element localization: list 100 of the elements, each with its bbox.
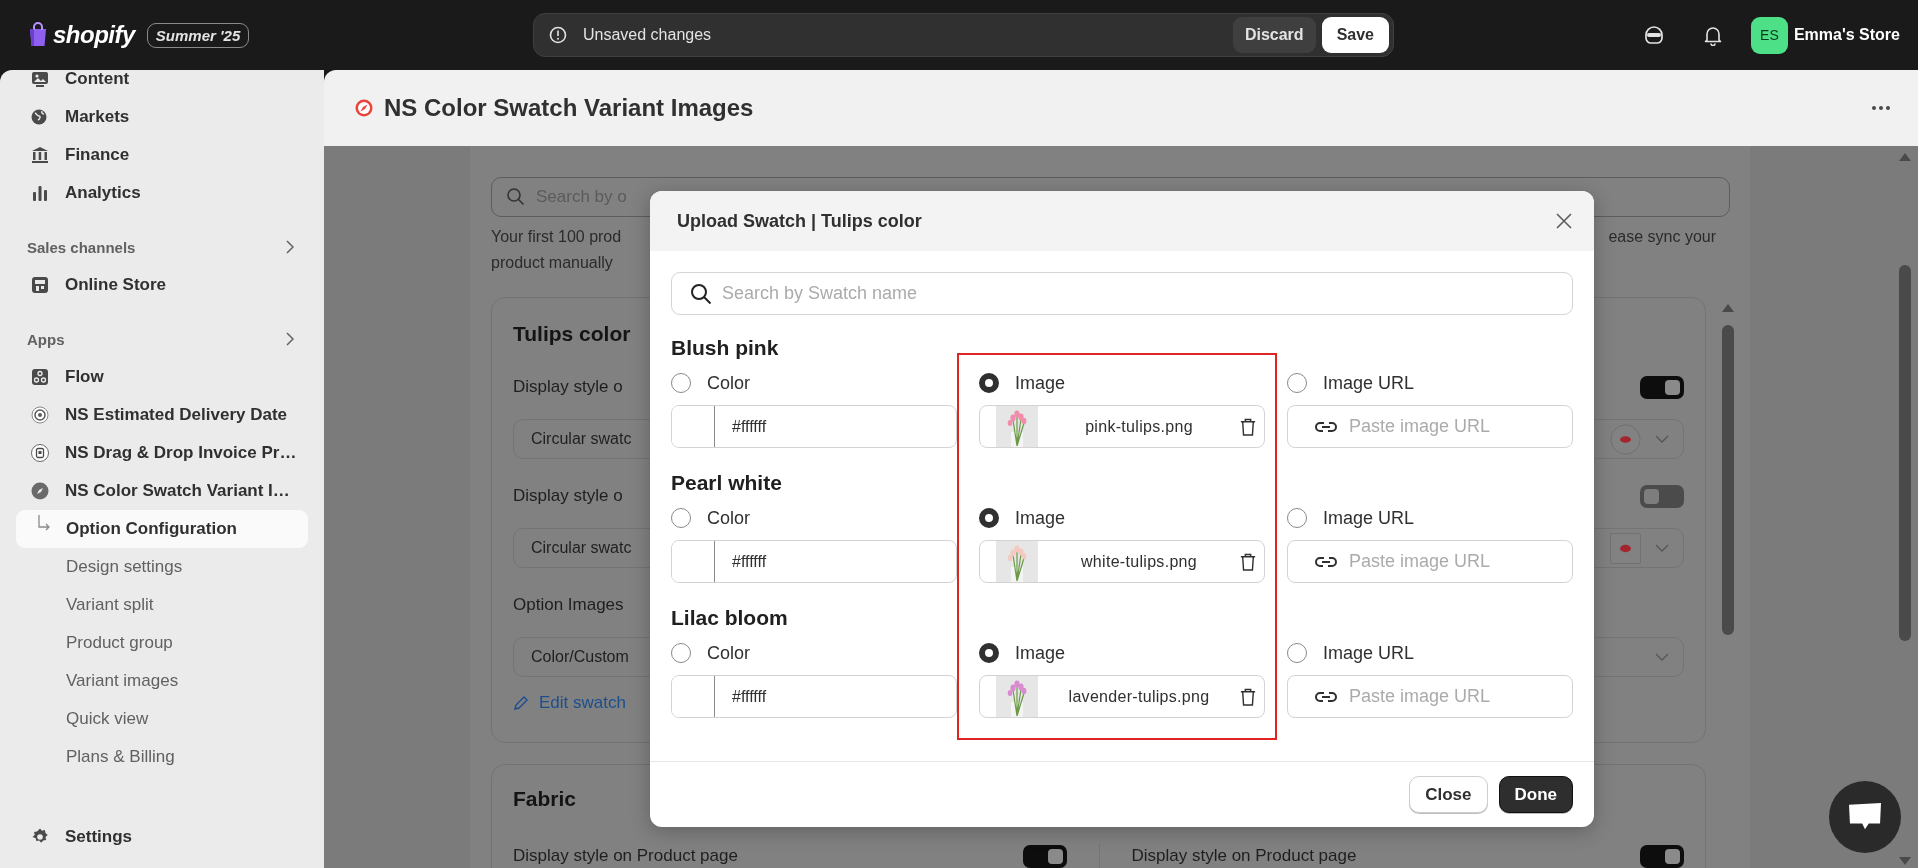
- field-label: Option Images: [513, 595, 624, 615]
- compass-icon: [354, 98, 374, 118]
- radio-button[interactable]: [979, 373, 999, 393]
- section-title: Apps: [27, 330, 65, 348]
- bot-icon[interactable]: [1642, 24, 1665, 46]
- flow-icon: [30, 367, 50, 387]
- sidebar-item[interactable]: Analytics: [16, 174, 308, 212]
- page-title: NS Color Swatch Variant Images: [384, 94, 755, 122]
- sidebar-item[interactable]: Finance: [16, 136, 308, 174]
- card-title: Tulips color: [513, 322, 631, 346]
- sidebar-subitem[interactable]: Product group: [16, 624, 308, 662]
- link-icon: [1314, 689, 1338, 704]
- toggle-switch[interactable]: [1640, 484, 1684, 508]
- search-icon: [690, 282, 712, 305]
- note-text: Your first 100 prod: [491, 227, 622, 247]
- scrollbar[interactable]: [1722, 325, 1734, 635]
- radio-option[interactable]: Color: [671, 372, 750, 394]
- chevron-right-icon[interactable]: [286, 332, 294, 346]
- toggle-switch[interactable]: [1640, 375, 1684, 399]
- storefront-icon: [30, 275, 50, 295]
- sidebar-item[interactable]: Markets: [16, 98, 308, 136]
- pencil-icon: [513, 695, 529, 711]
- avatar[interactable]: ES: [1750, 16, 1788, 54]
- trash-icon[interactable]: [1240, 687, 1256, 706]
- more-icon[interactable]: [1871, 105, 1891, 111]
- chevron-down-icon: [1655, 435, 1669, 443]
- save-button[interactable]: Save: [1321, 17, 1389, 53]
- color-field[interactable]: #ffffff: [671, 540, 957, 583]
- radio-option[interactable]: Image URL: [1287, 507, 1415, 529]
- trash-icon[interactable]: [1240, 552, 1256, 571]
- close-button[interactable]: Close: [1409, 776, 1488, 813]
- sidebar-subitem[interactable]: Variant images: [16, 662, 308, 700]
- brand-name: shopify: [53, 21, 135, 49]
- field-label: Display style on Product page: [1131, 846, 1357, 866]
- alert-icon: [548, 25, 568, 45]
- field-label: Display style o: [513, 377, 623, 397]
- sidebar-item[interactable]: NS Color Swatch Variant I…: [16, 472, 308, 510]
- chevron-right-icon[interactable]: [286, 240, 294, 254]
- section-title: Sales channels: [27, 238, 136, 256]
- radio-button[interactable]: [979, 508, 999, 528]
- color-swatch[interactable]: [672, 406, 715, 447]
- note-text: ease sync your: [1608, 227, 1716, 247]
- toggle-switch[interactable]: [1640, 844, 1684, 868]
- swatch-name: Lilac bloom: [671, 606, 788, 630]
- image-field[interactable]: lavender-tulips.png: [979, 675, 1265, 718]
- close-icon[interactable]: [1556, 213, 1572, 229]
- radio-option[interactable]: Image: [979, 372, 1066, 394]
- sidebar-item[interactable]: NS Drag & Drop Invoice Pr…: [16, 434, 308, 472]
- color-field[interactable]: #ffffff: [671, 675, 957, 718]
- store-name[interactable]: Emma's Store: [1793, 26, 1900, 44]
- card-title: Fabric: [513, 787, 577, 811]
- file-name: white-tulips.png: [1080, 552, 1198, 571]
- radio-option[interactable]: Image URL: [1287, 642, 1415, 664]
- sidebar-subitem[interactable]: Option Configuration: [16, 510, 308, 548]
- sidebar-item[interactable]: Flow: [16, 358, 308, 396]
- swatch-name: Blush pink: [671, 336, 779, 360]
- edition-badge: Summer '25: [146, 22, 250, 48]
- sidebar-subitem[interactable]: Plans & Billing: [16, 738, 308, 776]
- chevron-down-icon: [1655, 653, 1669, 661]
- sidebar-item[interactable]: Online Store: [16, 266, 308, 304]
- chevron-down-icon: [1655, 544, 1669, 552]
- field-label: Display style o: [513, 486, 623, 506]
- sidebar-subitem[interactable]: Quick view: [16, 700, 308, 738]
- radio-option[interactable]: Color: [671, 507, 750, 529]
- radio-option[interactable]: Image URL: [1287, 372, 1415, 394]
- toggle-switch[interactable]: [1022, 844, 1067, 868]
- color-field[interactable]: #ffffff: [671, 405, 957, 448]
- image-field[interactable]: pink-tulips.png: [979, 405, 1265, 448]
- radio-option[interactable]: Image: [979, 507, 1066, 529]
- image-field[interactable]: white-tulips.png: [979, 540, 1265, 583]
- discard-button[interactable]: Discard: [1232, 17, 1316, 53]
- scrollbar[interactable]: [1899, 265, 1911, 641]
- done-button[interactable]: Done: [1498, 776, 1573, 813]
- file-name: pink-tulips.png: [1084, 417, 1194, 436]
- swatch-icon: [1610, 423, 1641, 455]
- swatch-icon: [1610, 532, 1641, 564]
- link-icon: [1314, 554, 1338, 569]
- bar-chart-icon: [30, 183, 50, 203]
- note-text: product manually: [491, 253, 614, 273]
- radio-option[interactable]: Image: [979, 642, 1066, 664]
- sidebar-subitem[interactable]: Design settings: [16, 548, 308, 586]
- color-swatch[interactable]: [672, 676, 715, 717]
- bank-icon: [30, 145, 50, 165]
- radio-button[interactable]: [979, 643, 999, 663]
- file-name: lavender-tulips.png: [1067, 687, 1211, 706]
- search-icon: [506, 187, 526, 207]
- sidebar-item[interactable]: NS Estimated Delivery Date: [16, 396, 308, 434]
- color-swatch[interactable]: [672, 541, 715, 582]
- trash-icon[interactable]: [1240, 417, 1256, 436]
- sidebar-subitem[interactable]: Variant split: [16, 586, 308, 624]
- compass-icon: [30, 481, 50, 501]
- sidebar-item[interactable]: Content: [16, 70, 308, 98]
- target-icon: [30, 405, 50, 425]
- field-label: Display style on Product page: [513, 846, 738, 866]
- document-icon: [30, 443, 50, 463]
- radio-option[interactable]: Color: [671, 642, 750, 664]
- sidebar-item[interactable]: Settings: [16, 818, 308, 856]
- notice-text: Unsaved changes: [583, 26, 713, 44]
- swatch-name: Pearl white: [671, 471, 782, 495]
- link-icon: [1314, 419, 1338, 434]
